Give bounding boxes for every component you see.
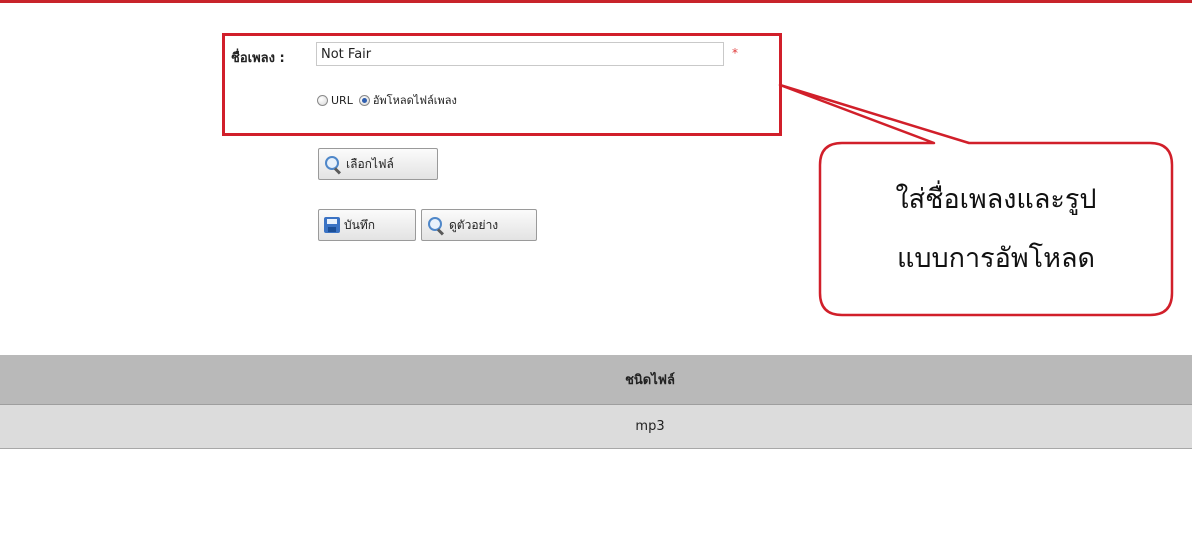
table-row: mp3 xyxy=(0,405,1192,449)
column-file-type: ชนิดไฟล์ xyxy=(625,373,675,388)
table-cell-file-type: mp3 xyxy=(635,419,665,434)
table-header: ชนิดไฟล์ xyxy=(0,355,1192,405)
file-type-table: ชนิดไฟล์ mp3 xyxy=(0,355,1192,449)
callout-text-line2: แบบการอัพโหลด xyxy=(896,243,1096,274)
callout-text-line1: ใส่ชื่อเพลงและรูป xyxy=(895,184,1097,215)
